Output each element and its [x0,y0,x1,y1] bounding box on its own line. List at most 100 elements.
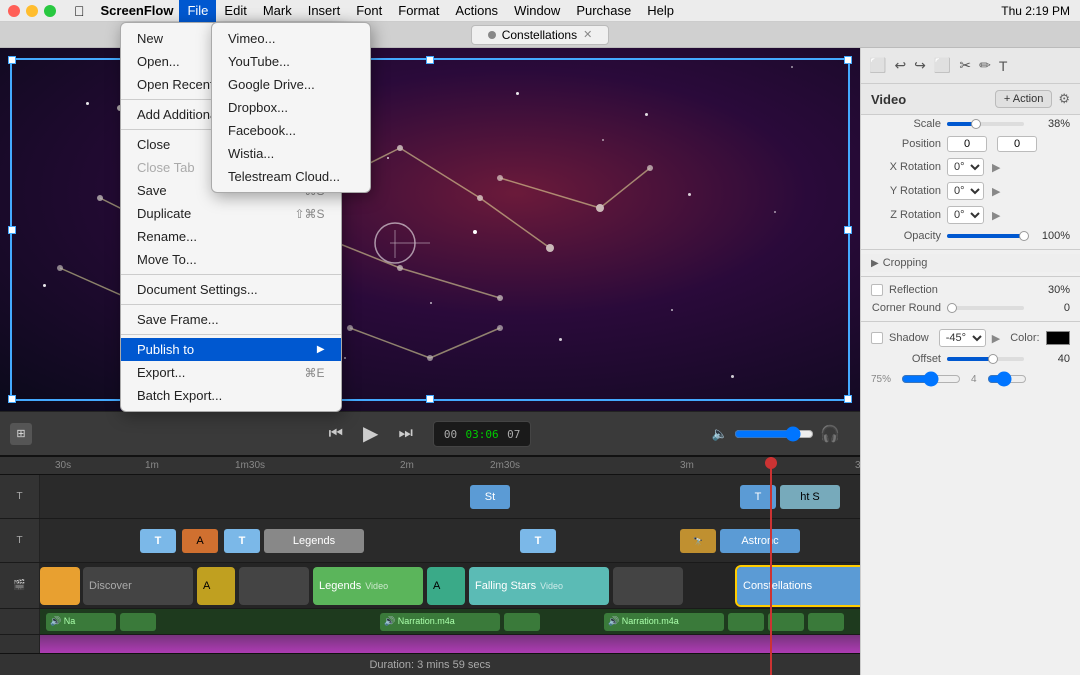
play-button[interactable]: ▶ [363,421,378,446]
corner-slider[interactable] [947,306,1024,310]
menu-font[interactable]: Font [348,0,390,22]
clip-falling-stars[interactable]: Falling Stars Video [469,567,609,605]
document-tab[interactable]: Constellations ✕ [471,25,610,45]
menu-insert[interactable]: Insert [300,0,349,22]
cropping-title: Cropping [883,257,928,269]
menu-window[interactable]: Window [506,0,568,22]
submenu-item-youtube[interactable]: YouTube... [212,50,370,73]
narration-clip-btn4[interactable] [768,613,804,631]
offset-thumb[interactable] [988,354,998,364]
submenu-item-vimeo[interactable]: Vimeo... [212,27,370,50]
opacity-thumb[interactable] [1019,231,1029,241]
panel-icon-7[interactable]: T [999,58,1008,74]
title-clip[interactable]: ht S [780,485,840,509]
menu-actions[interactable]: Actions [447,0,506,22]
menu-edit[interactable]: Edit [216,0,254,22]
tab-close-icon[interactable]: ✕ [583,28,592,41]
narration-clip-btn5[interactable] [808,613,844,631]
title-clip[interactable]: St [470,485,510,509]
reflection-checkbox[interactable] [871,284,883,296]
shadow-arrow-icon[interactable]: ▶ [992,332,1000,345]
submenu-item-facebook[interactable]: Facebook... [212,119,370,142]
submenu-item-dropbox[interactable]: Dropbox... [212,96,370,119]
z-rotation-select[interactable]: 0° [947,206,984,224]
snap-button[interactable]: ⊞ [10,423,32,445]
opacity-slider[interactable] [947,234,1024,238]
scale-thumb[interactable] [971,119,981,129]
panel-icon-2[interactable]: ↩ [894,57,906,74]
clip-legends-video[interactable]: Legends Video [313,567,423,605]
submenu-item-google-drive[interactable]: Google Drive... [212,73,370,96]
scale-slider[interactable] [947,122,1024,126]
x-rotation-select[interactable]: 0° [947,158,984,176]
clip-dark1[interactable] [239,567,309,605]
title-clip-T2[interactable]: T [224,529,260,553]
menu-file[interactable]: File [179,0,216,22]
title-clip-A[interactable]: A [182,529,218,553]
corner-thumb[interactable] [947,303,957,313]
clip-discover[interactable]: Discover [83,567,193,605]
submenu-item-wistia[interactable]: Wistia... [212,142,370,165]
y-rotation-select[interactable]: 0° [947,182,984,200]
narration-clip-3[interactable]: 🔊 Narration.m4a [604,613,724,631]
narration-clip-1[interactable]: 🔊 Na [46,613,116,631]
title-clip-astronc2[interactable]: Astronc [720,529,800,553]
rewind-button[interactable]: ⏮ [329,425,343,443]
menu-item-publish-to[interactable]: Publish to ▶ [121,338,341,361]
menu-format[interactable]: Format [390,0,447,22]
menu-item-duplicate[interactable]: Duplicate ⇧⌘S [121,202,341,225]
panel-icon-5[interactable]: ✂ [959,57,971,74]
menu-item-export[interactable]: Export... ⌘E [121,361,341,384]
shadow-angle-select[interactable]: -45° [939,329,986,347]
detail-slider1[interactable] [901,371,961,387]
cropping-header[interactable]: ▶ Cropping [861,254,1080,272]
clip-constellations[interactable]: Constellations [737,567,860,605]
y-rotation-arrow-icon[interactable]: ▶ [992,185,1000,198]
panel-icon-6[interactable]: ✏ [979,57,991,74]
clip-intro[interactable] [40,567,80,605]
menu-item-doc-settings[interactable]: Document Settings... [121,278,341,301]
fullscreen-button[interactable] [44,5,56,17]
menu-item-save-frame[interactable]: Save Frame... [121,308,341,331]
clip-dark2[interactable] [613,567,683,605]
position-label: Position [871,138,941,150]
position-x-input[interactable] [947,136,987,152]
volume-slider[interactable] [734,426,814,442]
narration-track-1: 🔊 Na 🔊 Narration.m4a 🔊 Narration.m4a [0,609,860,635]
apple-menu[interactable]:  [64,3,95,19]
menu-item-batch-export[interactable]: Batch Export... [121,384,341,407]
title-clip-astronc[interactable]: 🔭 [680,529,716,553]
snap-icon[interactable]: ⊞ [10,423,32,445]
x-rotation-arrow-icon[interactable]: ▶ [992,161,1000,174]
panel-icon-1[interactable]: ⬜ [869,57,886,74]
menu-purchase[interactable]: Purchase [568,0,639,22]
offset-slider[interactable] [947,357,1024,361]
panel-icon-3[interactable]: ↪ [914,57,926,74]
menu-item-rename[interactable]: Rename... [121,225,341,248]
title-clip-legends[interactable]: Legends [264,529,364,553]
narration-clip-btn1[interactable] [120,613,156,631]
menu-help[interactable]: Help [639,0,682,22]
menu-item-move-to[interactable]: Move To... [121,248,341,271]
narration-clip-2[interactable]: 🔊 Narration.m4a [380,613,500,631]
shadow-color-swatch[interactable] [1046,331,1070,345]
minimize-button[interactable] [26,5,38,17]
title-clip-T[interactable]: T [140,529,176,553]
fast-forward-button[interactable]: ⏭ [398,425,412,443]
app-name[interactable]: ScreenFlow [95,3,180,18]
panel-icon-4[interactable]: ⬜ [934,57,951,74]
narration-clip-btn3[interactable] [728,613,764,631]
close-button[interactable] [8,5,20,17]
submenu-item-telestream[interactable]: Telestream Cloud... [212,165,370,188]
action-button[interactable]: + Action [995,90,1052,108]
clip-A2[interactable]: A [427,567,465,605]
clip-A1[interactable]: A [197,567,235,605]
z-rotation-arrow-icon[interactable]: ▶ [992,209,1000,222]
settings-gear-icon[interactable]: ⚙ [1058,91,1070,107]
title-clip-T3[interactable]: T [520,529,556,553]
menu-mark[interactable]: Mark [255,0,300,22]
position-y-input[interactable] [997,136,1037,152]
detail-slider2[interactable] [987,371,1027,387]
shadow-checkbox[interactable] [871,332,883,344]
narration-clip-btn2[interactable] [504,613,540,631]
